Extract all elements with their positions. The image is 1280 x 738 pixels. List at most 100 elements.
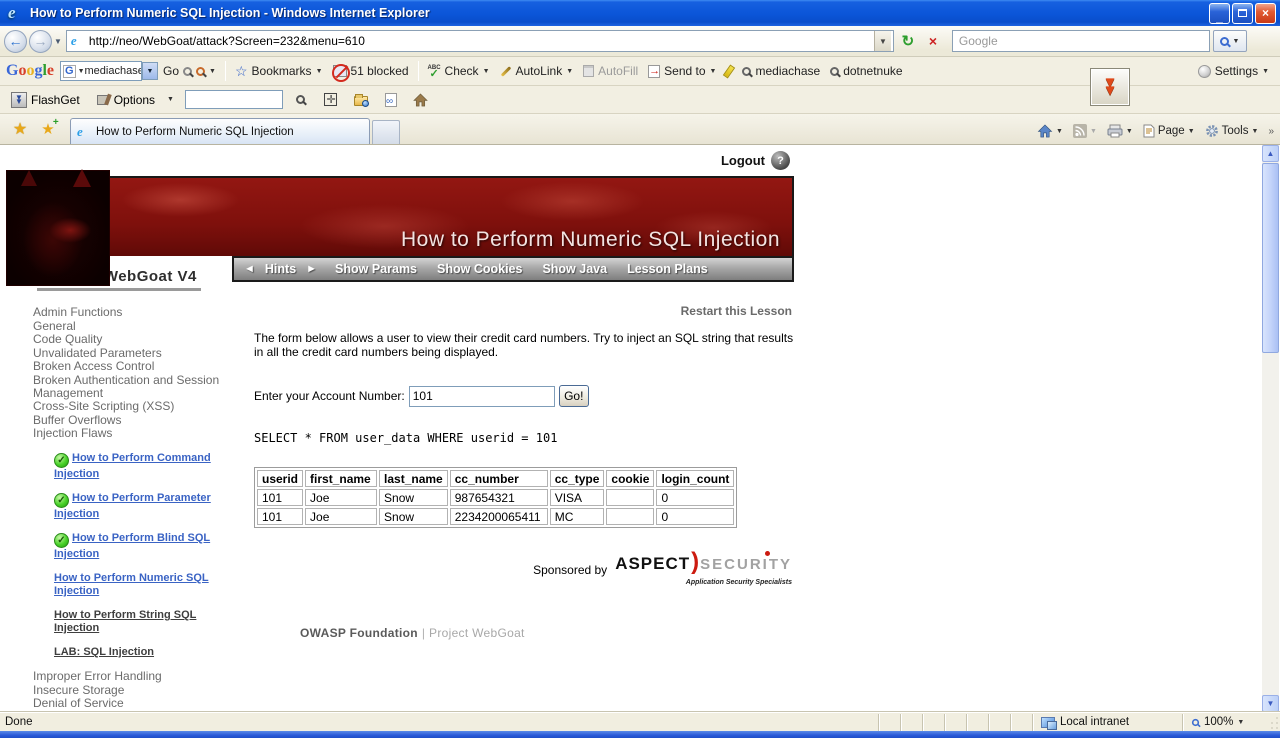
google-go-button[interactable]: Go ▼ xyxy=(158,62,221,80)
go-button[interactable]: Go! xyxy=(559,385,589,407)
sidebar-lesson-link[interactable]: How to Perform Numeric SQL Injection xyxy=(54,572,209,597)
sendto-button[interactable]: Send to ▼ xyxy=(643,62,721,80)
google-search-value[interactable]: mediachase xyxy=(85,65,142,77)
autofill-button[interactable]: AutoFill xyxy=(578,62,643,80)
lesson-completed-icon: ✓ xyxy=(54,533,69,548)
refresh-button[interactable]: ↻ xyxy=(897,30,919,52)
restart-lesson-link[interactable]: Restart this Lesson xyxy=(254,304,794,318)
spellcheck-button[interactable]: ABC✓ Check ▼ xyxy=(423,62,495,80)
sidebar-category[interactable]: Broken Authentication and Session Manage… xyxy=(33,374,248,400)
popup-blocked-button[interactable]: 51 blocked xyxy=(328,62,414,80)
custom-button-dotnetnuke[interactable]: dotnetnuke xyxy=(825,62,907,80)
sendto-icon xyxy=(648,65,660,78)
sidebar-category[interactable]: Cross-Site Scripting (XSS) xyxy=(33,400,248,413)
results-header-cell: login_count xyxy=(656,470,734,487)
highlighter-button[interactable] xyxy=(721,63,737,80)
nav-item[interactable]: Show Cookies xyxy=(437,262,522,276)
flashget-sites-button[interactable] xyxy=(349,89,373,111)
tab-active[interactable]: e How to Perform Numeric SQL Injection xyxy=(70,118,370,144)
scroll-up-button[interactable]: ▲ xyxy=(1262,145,1279,162)
stop-button[interactable]: × xyxy=(922,30,944,52)
sidebar-category[interactable]: Denial of Service xyxy=(33,697,248,710)
owasp-foundation-link[interactable]: OWASP Foundation xyxy=(300,626,418,640)
sidebar-category[interactable]: Code Quality xyxy=(33,333,248,346)
nav-item[interactable]: Show Java xyxy=(542,262,607,276)
project-webgoat-link[interactable]: Project WebGoat xyxy=(429,626,525,640)
home-button[interactable]: ▼ xyxy=(1033,122,1067,140)
restore-icon xyxy=(1238,9,1247,17)
flashget-home-button[interactable] xyxy=(409,89,433,111)
scrollbar-thumb[interactable] xyxy=(1262,163,1279,353)
add-favorite-button[interactable]: ★ xyxy=(36,117,60,141)
print-button[interactable]: ▼ xyxy=(1103,122,1137,140)
go-options-dropdown[interactable]: ▼ xyxy=(209,68,216,75)
sidebar-category[interactable]: Improper Error Handling xyxy=(33,670,248,683)
nav-item[interactable]: Show Params xyxy=(335,262,417,276)
taskbar-edge xyxy=(0,731,1280,738)
flashget-badge-button[interactable]: ▼ ▼ xyxy=(1090,68,1130,106)
sidebar-lesson-link[interactable]: How to Perform Command Injection xyxy=(54,452,211,480)
sidebar-category[interactable]: Injection Flaws xyxy=(33,427,248,440)
sidebar-category[interactable]: Buffer Overflows xyxy=(33,414,248,427)
address-dropdown[interactable]: ▼ xyxy=(874,31,891,51)
custom-button-mediachase[interactable]: mediachase xyxy=(737,62,825,80)
flashget-search-button[interactable] xyxy=(289,89,313,111)
logout-link[interactable]: Logout xyxy=(721,153,765,168)
new-tab-button[interactable] xyxy=(372,120,400,144)
lesson-banner: How to Perform Numeric SQL Injection xyxy=(6,176,794,256)
feeds-button[interactable]: ▼ xyxy=(1069,122,1101,140)
zoom-icon xyxy=(1192,718,1199,725)
sidebar-lesson-link[interactable]: LAB: SQL Injection xyxy=(54,646,154,658)
minimize-button[interactable]: _ xyxy=(1209,3,1230,24)
resize-grip[interactable] xyxy=(1268,714,1280,731)
autolink-button[interactable]: AutoLink ▼ xyxy=(495,62,579,80)
help-icon[interactable]: ? xyxy=(771,151,790,170)
sidebar-category[interactable]: Admin Functions xyxy=(33,306,248,319)
sidebar-lesson-link[interactable]: How to Perform Parameter Injection xyxy=(54,492,211,520)
close-button[interactable]: × xyxy=(1255,3,1276,24)
search-options-dropdown[interactable]: ▼ xyxy=(1232,38,1239,45)
flashget-capture-button[interactable] xyxy=(319,89,343,111)
search-input[interactable]: Google xyxy=(952,30,1210,52)
search-go-button[interactable]: ▼ xyxy=(1213,30,1247,52)
restore-button[interactable] xyxy=(1232,3,1253,24)
address-field[interactable]: e http://neo/WebGoat/attack?Screen=232&m… xyxy=(66,30,894,52)
flashget-button[interactable]: ▼▼ FlashGet xyxy=(6,90,85,110)
flashget-links-button[interactable] xyxy=(379,89,403,111)
nav-item[interactable]: Lesson Plans xyxy=(627,262,708,276)
scroll-down-button[interactable]: ▼ xyxy=(1262,695,1279,712)
bookmarks-button[interactable]: ☆ Bookmarks ▼ xyxy=(230,61,328,82)
google-search-input[interactable]: G ▼ mediachase xyxy=(60,61,142,81)
table-cell: Snow xyxy=(379,489,448,506)
sidebar-category[interactable]: Insecure Storage xyxy=(33,684,248,697)
toolbar-overflow-chevron[interactable]: » xyxy=(1268,126,1274,137)
forward-button[interactable]: → xyxy=(29,30,52,53)
nav-item-hints[interactable]: Hints xyxy=(265,262,296,276)
flashget-options-button[interactable]: Options ▼ xyxy=(91,91,179,109)
flashget-icon: ▼▼ xyxy=(11,92,27,108)
account-number-input[interactable] xyxy=(409,386,555,407)
table-cell: 101 xyxy=(257,489,303,506)
address-url[interactable]: http://neo/WebGoat/attack?Screen=232&men… xyxy=(89,34,874,48)
tools-menu-button[interactable]: Tools ▼ xyxy=(1201,122,1263,140)
page-menu-button[interactable]: Page ▼ xyxy=(1139,122,1199,140)
sidebar-lesson-link[interactable]: How to Perform Blind SQL Injection xyxy=(54,532,210,560)
zoom-control[interactable]: 100% ▼ xyxy=(1182,714,1268,731)
hint-previous-icon[interactable]: ◄ xyxy=(244,263,255,275)
window-title: How to Perform Numeric SQL Injection - W… xyxy=(30,6,1207,20)
vertical-scrollbar[interactable]: ▲ ▼ xyxy=(1262,145,1279,712)
settings-button[interactable]: Settings ▼ xyxy=(1193,62,1274,80)
back-button[interactable]: ← xyxy=(4,30,27,53)
history-dropdown[interactable]: ▼ xyxy=(54,37,62,46)
sidebar-category[interactable]: Broken Access Control xyxy=(33,360,248,373)
sidebar-category[interactable]: General xyxy=(33,320,248,333)
google-search-type-dropdown[interactable]: ▼ xyxy=(78,68,85,75)
hint-next-icon[interactable]: ► xyxy=(306,263,317,275)
popup-blocker-icon xyxy=(333,65,347,77)
google-search-dropdown[interactable]: ▼ xyxy=(142,62,158,80)
favorites-center-button[interactable]: ★ xyxy=(8,117,32,141)
sidebar-category[interactable]: Unvalidated Parameters xyxy=(33,347,248,360)
sidebar-lesson: LAB: SQL Injection xyxy=(33,646,248,659)
flashget-search-input[interactable] xyxy=(185,90,283,109)
sidebar-lesson-link[interactable]: How to Perform String SQL Injection xyxy=(54,609,196,634)
